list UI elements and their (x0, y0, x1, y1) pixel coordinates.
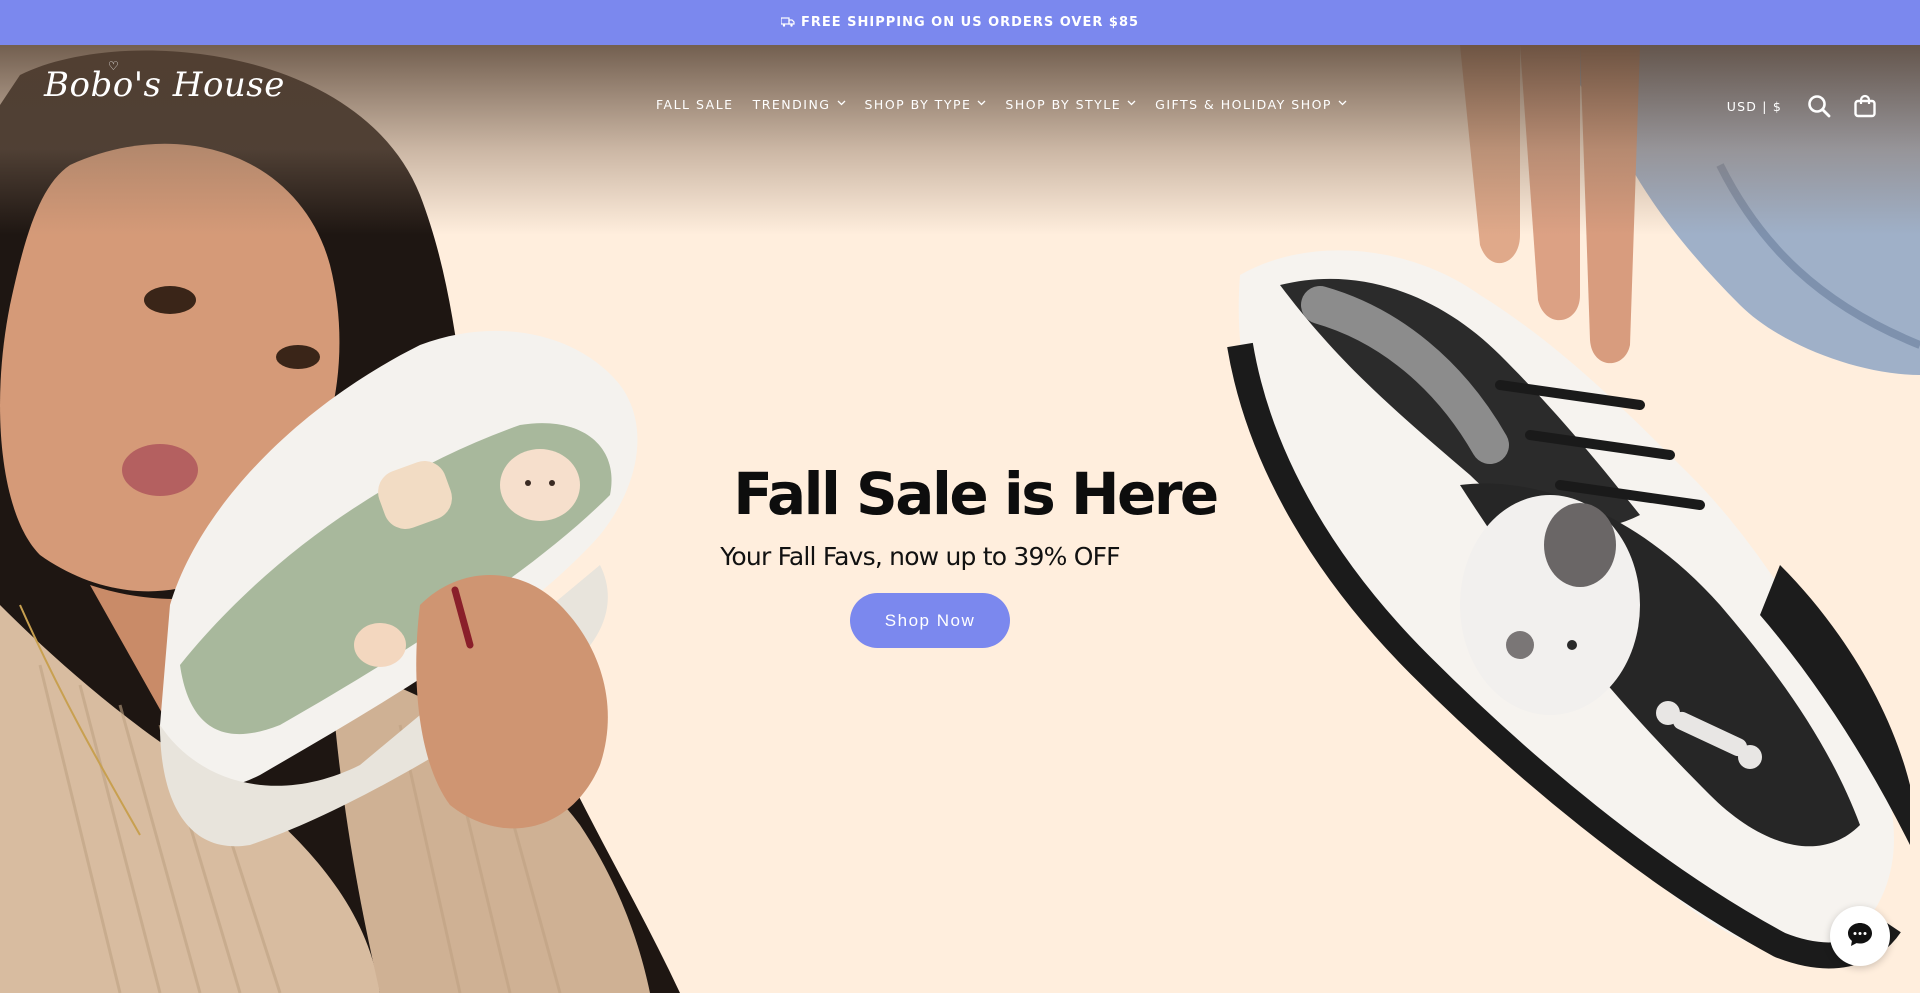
nav-label: SHOP BY STYLE (1005, 97, 1122, 112)
chevron-down-icon (1127, 98, 1136, 109)
chevron-down-icon (977, 98, 986, 109)
logo[interactable]: Bobo's House ♡ (44, 59, 285, 105)
main-nav: FALL SALE TRENDING SHOP BY TYPE SHOP BY … (656, 97, 1366, 112)
chevron-down-icon (837, 98, 846, 109)
nav-shop-by-type[interactable]: SHOP BY TYPE (865, 97, 987, 112)
logo-text: Bobo's House (44, 65, 285, 105)
nav-fall-sale[interactable]: FALL SALE (656, 97, 734, 112)
chevron-down-icon (1338, 98, 1347, 109)
announcement-text: FREE SHIPPING ON US ORDERS OVER $85 (800, 15, 1140, 30)
search-icon[interactable] (1806, 93, 1832, 119)
chat-icon (1845, 919, 1875, 953)
site-header: Bobo's House ♡ FALL SALE TRENDING SHOP B… (0, 45, 1920, 175)
hero-subtitle: Your Fall Favs, now up to 39% OFF (720, 542, 1120, 571)
nav-label: FALL SALE (656, 97, 734, 112)
header-actions: USD | $ (1727, 93, 1878, 119)
nav-trending[interactable]: TRENDING (753, 97, 846, 112)
currency-selector[interactable]: USD | $ (1727, 99, 1782, 114)
nav-label: TRENDING (752, 97, 831, 112)
hero-title: Fall Sale is Here (733, 460, 1219, 528)
announcement-bar: FREE SHIPPING ON US ORDERS OVER $85 (0, 0, 1920, 45)
nav-label: SHOP BY TYPE (864, 97, 972, 112)
truck-icon (780, 16, 795, 30)
chat-widget[interactable] (1830, 906, 1890, 966)
shop-now-button[interactable]: Shop Now (850, 593, 1010, 648)
cart-bag-icon[interactable] (1852, 93, 1878, 119)
heart-icon: ♡ (108, 59, 120, 73)
nav-shop-by-style[interactable]: SHOP BY STYLE (1005, 97, 1136, 112)
nav-gifts-holiday-shop[interactable]: GIFTS & HOLIDAY SHOP (1155, 97, 1347, 112)
hero-content: Fall Sale is Here Your Fall Favs, now up… (700, 460, 1220, 648)
nav-label: GIFTS & HOLIDAY SHOP (1155, 97, 1332, 112)
